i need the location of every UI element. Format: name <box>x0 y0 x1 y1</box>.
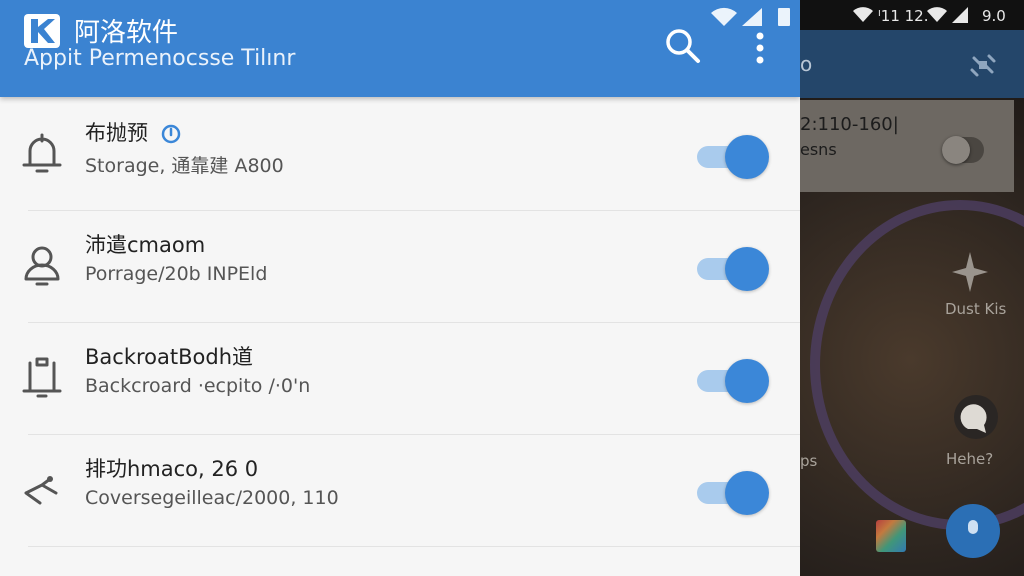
settings-panel: 阿洛软件 Appit Permenocsse Tilınr 布抛预 Storag… <box>0 0 800 576</box>
settings-row[interactable]: 布抛预 Storage, 通靠建 A800 <box>0 99 800 211</box>
background-label-hehe: Hehe? <box>946 450 994 468</box>
background-card-subtitle: esns <box>800 140 837 159</box>
setting-subtitle: Coversegeilleac/2000, 110 <box>85 487 339 509</box>
settings-row[interactable]: 沛遣cmaom Porrage/20b INPEld <box>0 211 800 323</box>
setting-title: 布抛预 <box>85 117 181 147</box>
wifi-icon <box>853 7 873 22</box>
background-toolbar: o <box>800 30 1024 98</box>
background-app: ᴵ11 12. 9.0 o 2:110-160| esns Dust Kis p… <box>800 0 1024 576</box>
app-grid-icon[interactable] <box>876 520 906 552</box>
setting-toggle[interactable] <box>697 470 769 515</box>
setting-title: 排功hmaco, 26 0 <box>85 457 259 481</box>
status-time-left: ᴵ11 12. <box>878 7 929 25</box>
background-card-title: 2:110-160| <box>800 114 899 135</box>
share-icon <box>24 476 58 505</box>
setting-title-text: 布抛预 <box>85 121 148 145</box>
background-label-ps: ps <box>800 452 818 470</box>
app-logo-icon <box>24 14 60 48</box>
background-fab[interactable] <box>946 504 1000 558</box>
app-subtitle: Appit Permenocsse Tilınr <box>24 46 296 71</box>
wifi-icon <box>927 7 947 22</box>
decorative-ring <box>810 200 1024 530</box>
background-label-dust: Dust Kis <box>945 300 1007 318</box>
status-bar: ᴵ11 12. 9.0 <box>800 0 1024 30</box>
settings-row[interactable]: BackroatBodh道 Backcroard ·ecpito /·0'n <box>0 323 800 435</box>
app-bar: 阿洛软件 Appit Permenocsse Tilınr <box>0 0 800 97</box>
mic-icon <box>968 520 978 534</box>
settings-row[interactable]: 排功hmaco, 26 0 Coversegeilleac/2000, 110 <box>0 435 800 547</box>
person-icon <box>24 246 60 286</box>
satellite-icon[interactable] <box>968 50 998 80</box>
setting-subtitle: Backcroard ·ecpito /·0'n <box>85 375 311 397</box>
background-card-toggle[interactable] <box>942 136 984 164</box>
row-divider <box>28 546 800 547</box>
setting-toggle[interactable] <box>697 246 769 291</box>
setting-subtitle: Storage, 通靠建 A800 <box>85 155 284 177</box>
background-card: 2:110-160| esns <box>800 100 1014 192</box>
more-vert-icon[interactable] <box>744 24 776 68</box>
bell-icon <box>22 133 62 173</box>
background-toolbar-title: o <box>800 52 813 76</box>
chat-bubble-icon[interactable] <box>950 395 1002 443</box>
setting-title: 沛遣cmaom <box>85 233 206 257</box>
clipboard-icon <box>22 357 62 398</box>
app-title: 阿洛软件 <box>74 18 179 48</box>
signal-icon <box>952 7 968 23</box>
setting-toggle[interactable] <box>697 358 769 403</box>
search-icon[interactable] <box>660 24 704 68</box>
setting-toggle[interactable] <box>697 134 769 179</box>
star-icon[interactable] <box>950 250 990 294</box>
setting-subtitle: Porrage/20b INPEld <box>85 263 268 285</box>
setting-title: BackroatBodh道 <box>85 345 253 369</box>
status-battery-text: 9.0 <box>982 7 1006 25</box>
info-icon <box>161 124 180 144</box>
